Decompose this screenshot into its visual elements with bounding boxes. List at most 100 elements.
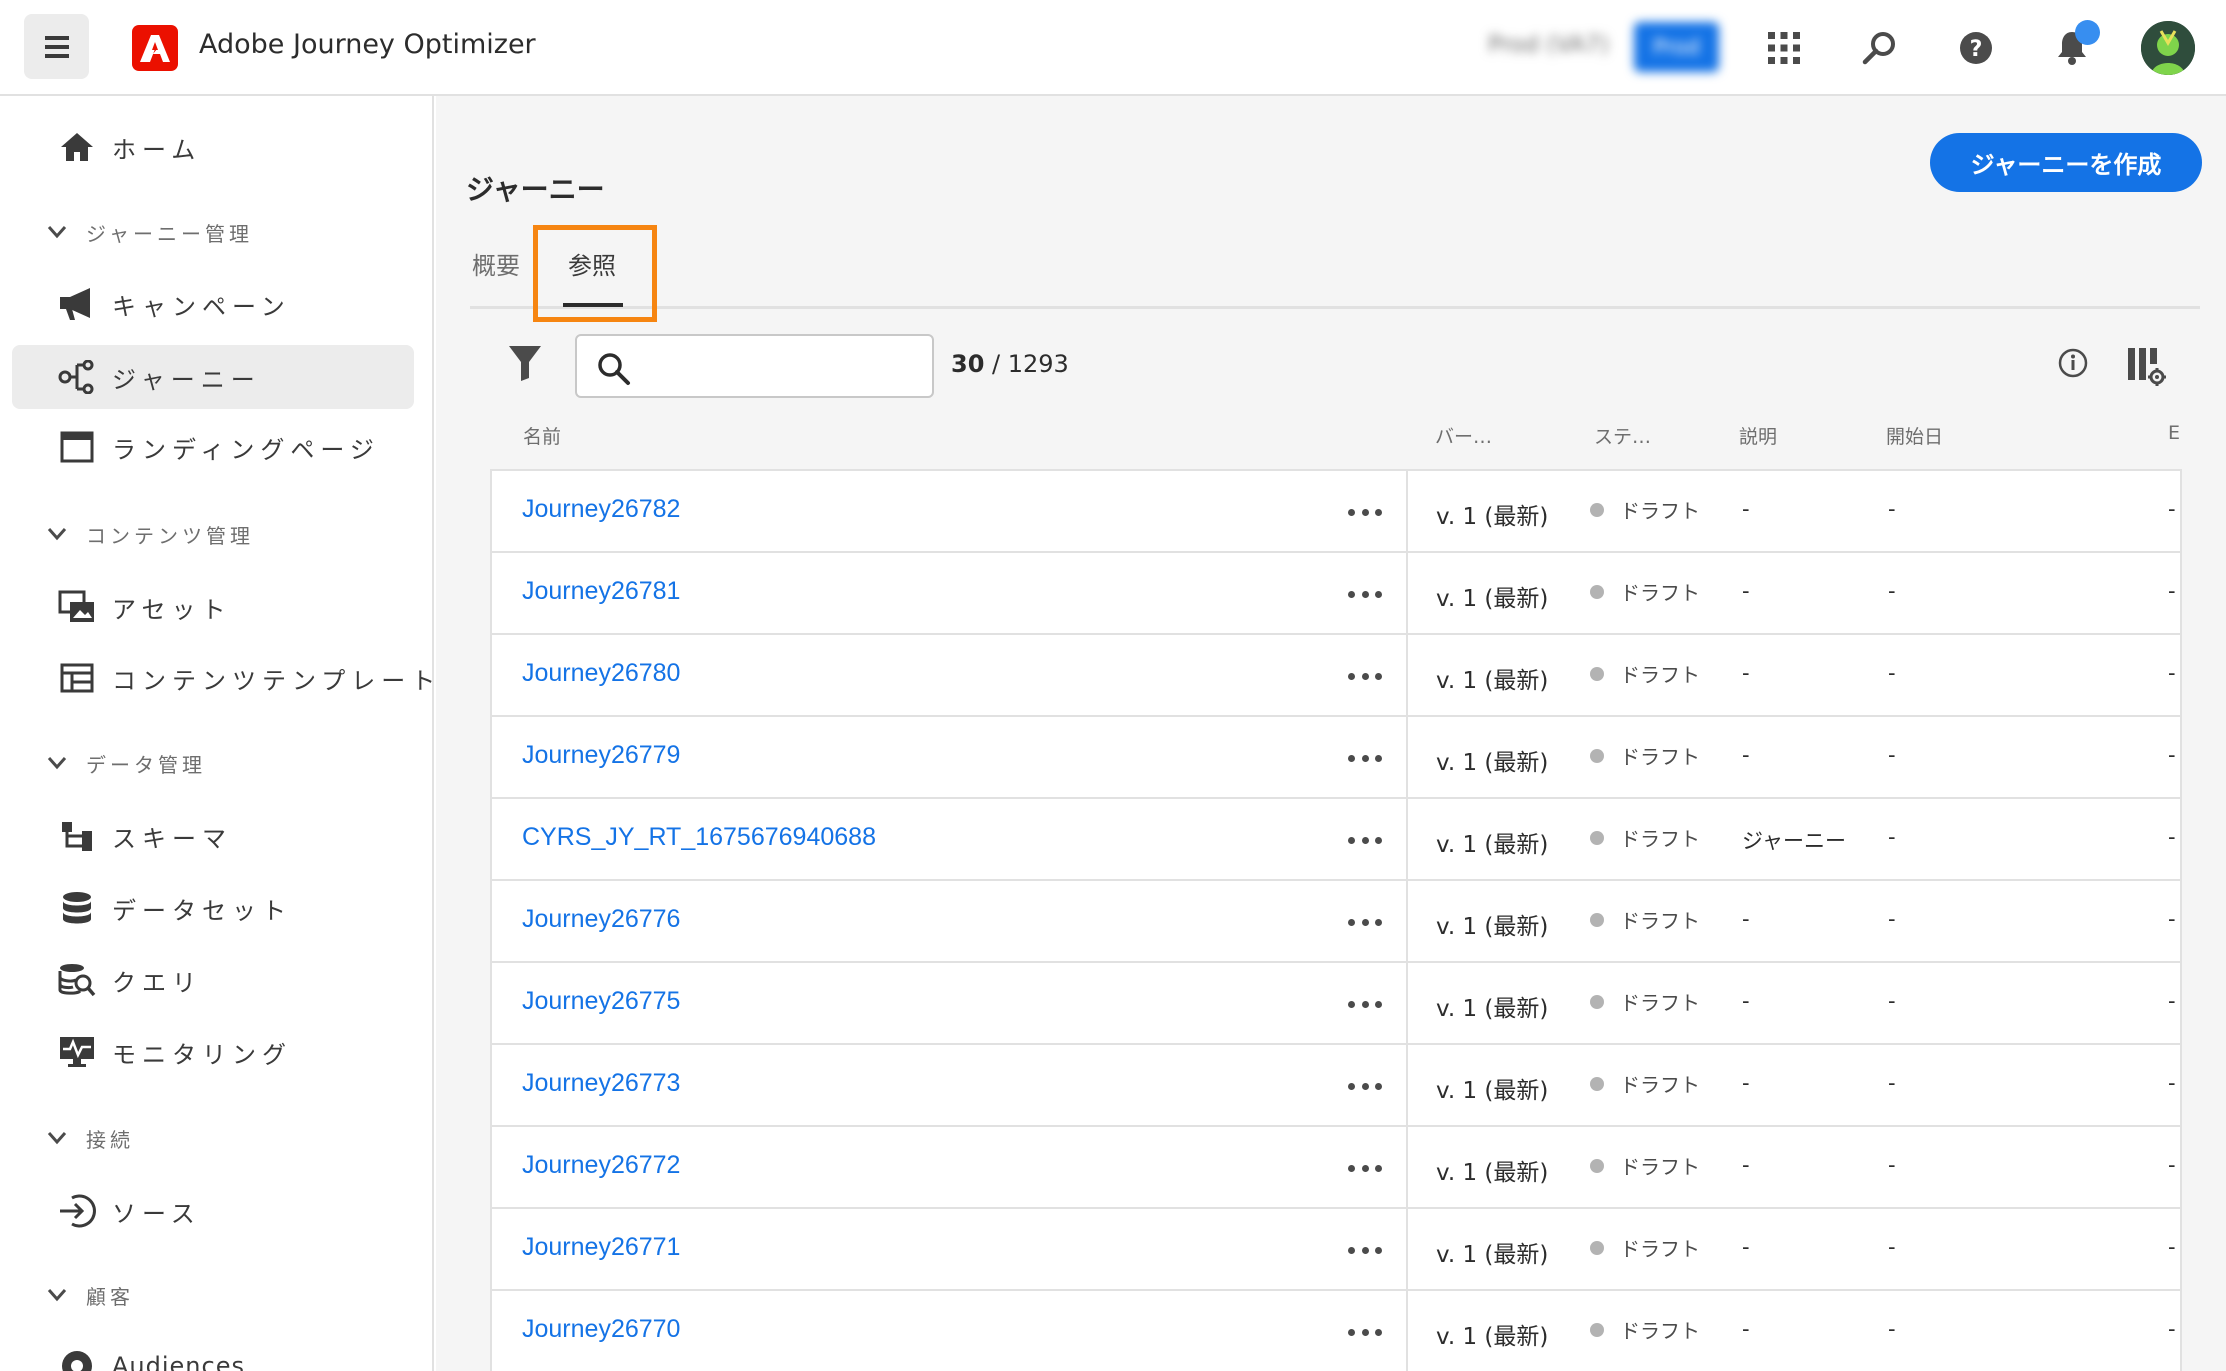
- table-row[interactable]: Journey26781 v. 1 (最新) ドラフト - - -: [492, 553, 2180, 635]
- version-cell: v. 1 (最新): [1436, 1078, 1549, 1104]
- hamburger-menu-button[interactable]: [24, 14, 89, 79]
- search-input[interactable]: [641, 346, 921, 386]
- start-date-cell: -: [1888, 1317, 1896, 1341]
- column-header-version[interactable]: バー…: [1435, 422, 1492, 449]
- environment-label[interactable]: Prod (VA7): [1488, 32, 1609, 58]
- section-label: 顧客: [86, 1284, 134, 1309]
- description-cell: -: [1742, 907, 1750, 931]
- section-customers[interactable]: 顧客: [44, 1275, 134, 1315]
- nav-journeys-label: ジャーニー: [112, 365, 261, 394]
- nav-content-templates[interactable]: コンテンツテンプレート: [12, 646, 432, 710]
- end-cell: -: [2168, 743, 2176, 767]
- status-cell: ドラフト: [1620, 991, 1700, 1015]
- journey-name-link[interactable]: Journey26770: [522, 1315, 680, 1344]
- table-row[interactable]: Journey26782 v. 1 (最新) ドラフト - - -: [492, 471, 2180, 553]
- column-header-name[interactable]: 名前: [523, 422, 561, 449]
- column-header-description[interactable]: 説明: [1739, 422, 1777, 449]
- table-row[interactable]: Journey26776 v. 1 (最新) ドラフト - - -: [492, 881, 2180, 963]
- environment-badge[interactable]: Prod: [1634, 22, 1719, 72]
- monitoring-icon: [58, 1034, 96, 1070]
- column-header-start-date[interactable]: 開始日: [1886, 422, 1943, 449]
- journey-name-link[interactable]: Journey26776: [522, 905, 680, 934]
- description-cell: -: [1742, 743, 1750, 767]
- tab-overview[interactable]: 概要: [472, 246, 520, 281]
- table-row[interactable]: Journey26779 v. 1 (最新) ドラフト - - -: [492, 717, 2180, 799]
- journey-name-link[interactable]: Journey26782: [522, 495, 680, 524]
- table-row[interactable]: Journey26772 v. 1 (最新) ドラフト - - -: [492, 1127, 2180, 1209]
- journey-name-link[interactable]: Journey26781: [522, 577, 680, 606]
- section-journey-management[interactable]: ジャーニー管理: [44, 212, 253, 252]
- more-actions-icon[interactable]: [1348, 1247, 1382, 1255]
- global-search-icon[interactable]: [1856, 24, 1904, 72]
- svg-text:?: ?: [1970, 37, 1983, 62]
- nav-landing-pages[interactable]: ランディングページ: [12, 415, 414, 479]
- section-content-management[interactable]: コンテンツ管理: [44, 514, 254, 554]
- nav-sources[interactable]: ソース: [12, 1179, 414, 1243]
- journeys-table: Journey26782 v. 1 (最新) ドラフト - - - Journe…: [490, 469, 2182, 1371]
- info-icon[interactable]: [2058, 348, 2094, 384]
- column-divider: [1406, 1209, 1408, 1291]
- more-actions-icon[interactable]: [1348, 919, 1382, 927]
- nav-monitoring[interactable]: モニタリング: [12, 1020, 414, 1084]
- column-settings-icon[interactable]: [2126, 346, 2166, 386]
- start-date-cell: -: [1888, 1153, 1896, 1177]
- start-date-cell: -: [1888, 661, 1896, 685]
- version-cell: v. 1 (最新): [1436, 668, 1549, 694]
- table-row[interactable]: Journey26780 v. 1 (最新) ドラフト - - -: [492, 635, 2180, 717]
- nav-home[interactable]: ホーム: [12, 115, 414, 179]
- journey-name-link[interactable]: Journey26772: [522, 1151, 680, 1180]
- status-cell: ドラフト: [1620, 581, 1700, 605]
- table-row[interactable]: CYRS_JY_RT_1675676940688 v. 1 (最新) ドラフト …: [492, 799, 2180, 881]
- more-actions-icon[interactable]: [1348, 1165, 1382, 1173]
- status-cell: ドラフト: [1620, 1237, 1700, 1261]
- start-date-cell: -: [1888, 825, 1896, 849]
- nav-monitoring-label: モニタリング: [112, 1040, 292, 1069]
- filter-icon[interactable]: [508, 344, 542, 384]
- journey-name-link[interactable]: Journey26775: [522, 987, 680, 1016]
- more-actions-icon[interactable]: [1348, 1001, 1382, 1009]
- table-row[interactable]: Journey26771 v. 1 (最新) ドラフト - - -: [492, 1209, 2180, 1291]
- end-cell: -: [2168, 497, 2176, 521]
- journey-name-link[interactable]: Journey26773: [522, 1069, 680, 1098]
- table-row[interactable]: Journey26770 v. 1 (最新) ドラフト - - -: [492, 1291, 2180, 1371]
- table-row[interactable]: Journey26775 v. 1 (最新) ドラフト - - -: [492, 963, 2180, 1045]
- app-switcher-icon[interactable]: [1760, 24, 1808, 72]
- start-date-cell: -: [1888, 1235, 1896, 1259]
- more-actions-icon[interactable]: [1348, 837, 1382, 845]
- journey-name-link[interactable]: CYRS_JY_RT_1675676940688: [522, 823, 876, 852]
- nav-assets[interactable]: アセット: [12, 575, 414, 639]
- more-actions-icon[interactable]: [1348, 673, 1382, 681]
- nav-campaigns[interactable]: キャンペーン: [12, 272, 414, 336]
- app-title: Adobe Journey Optimizer: [199, 29, 536, 60]
- user-avatar[interactable]: [2141, 21, 2195, 75]
- journey-name-link[interactable]: Journey26771: [522, 1233, 680, 1262]
- more-actions-icon[interactable]: [1348, 509, 1382, 517]
- start-date-cell: -: [1888, 989, 1896, 1013]
- nav-queries[interactable]: クエリ: [12, 948, 414, 1012]
- nav-datasets[interactable]: データセット: [12, 876, 414, 940]
- section-data-management[interactable]: データ管理: [44, 743, 206, 783]
- create-journey-button[interactable]: ジャーニーを作成: [1930, 133, 2202, 192]
- version-cell: v. 1 (最新): [1436, 586, 1549, 612]
- section-connections[interactable]: 接続: [44, 1118, 134, 1158]
- column-divider: [1406, 799, 1408, 881]
- results-count: 30 / 1293: [951, 350, 1069, 378]
- left-navigation: ホーム ジャーニー管理 キャンペーン ジャーニー ランディングページ コンテンツ…: [0, 96, 434, 1371]
- more-actions-icon[interactable]: [1348, 591, 1382, 599]
- column-header-status[interactable]: ステ…: [1594, 422, 1651, 449]
- more-actions-icon[interactable]: [1348, 755, 1382, 763]
- search-field[interactable]: [575, 334, 934, 398]
- start-date-cell: -: [1888, 497, 1896, 521]
- section-label: コンテンツ管理: [86, 523, 254, 548]
- more-actions-icon[interactable]: [1348, 1083, 1382, 1091]
- journey-name-link[interactable]: Journey26779: [522, 741, 680, 770]
- nav-audiences[interactable]: Audiences: [12, 1334, 414, 1371]
- nav-schemas[interactable]: スキーマ: [12, 804, 414, 868]
- journey-name-link[interactable]: Journey26780: [522, 659, 680, 688]
- chevron-down-icon: [44, 1125, 70, 1151]
- nav-journeys[interactable]: ジャーニー: [12, 345, 414, 409]
- column-header-end[interactable]: E: [2168, 422, 2180, 444]
- more-actions-icon[interactable]: [1348, 1329, 1382, 1337]
- table-row[interactable]: Journey26773 v. 1 (最新) ドラフト - - -: [492, 1045, 2180, 1127]
- help-icon[interactable]: ?: [1952, 24, 2000, 72]
